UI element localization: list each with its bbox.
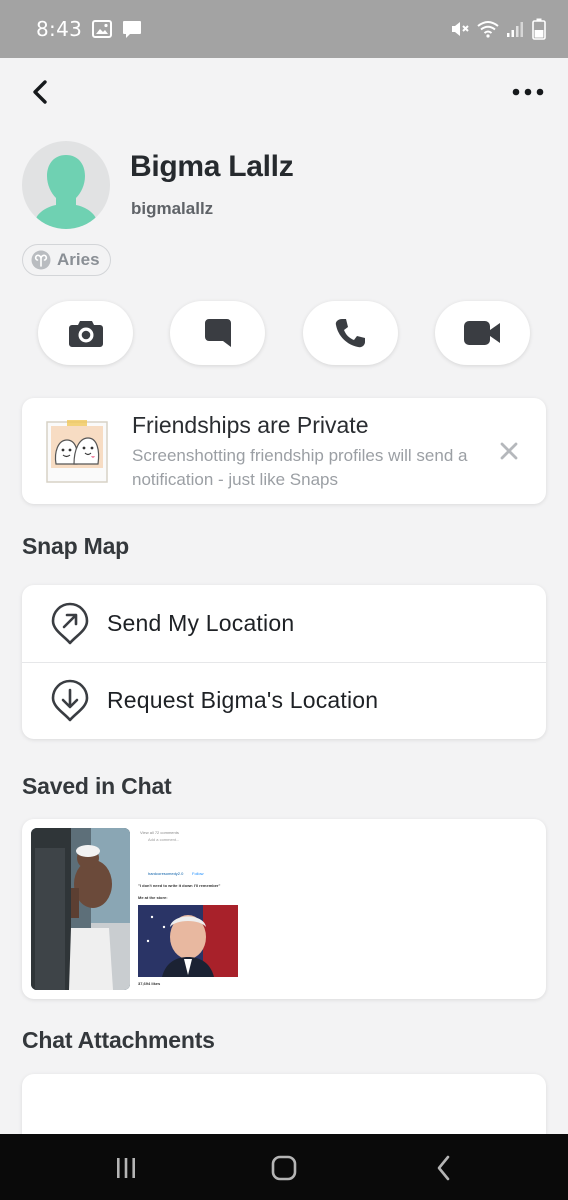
more-horizontal-icon: [512, 88, 544, 96]
top-nav: [0, 70, 568, 114]
saved-video-thumbnail[interactable]: [31, 828, 130, 990]
friendship-card-subtitle: Screenshotting friendship profiles will …: [132, 446, 468, 489]
more-options-button[interactable]: [510, 76, 546, 108]
home-button[interactable]: [264, 1152, 304, 1184]
aries-icon: [31, 250, 51, 270]
video-camera-icon: [464, 321, 501, 345]
home-icon: [271, 1155, 297, 1181]
gallery-icon: [92, 20, 113, 38]
saved-in-chat-card: View all 72 comments Add a comment... ha…: [22, 819, 546, 999]
message-icon: [122, 20, 142, 39]
friendship-card-title: Friendships are Private: [132, 412, 369, 438]
post-follow: Follow: [192, 871, 204, 876]
phone-icon: [335, 319, 366, 348]
call-button[interactable]: [302, 301, 398, 365]
post-add-comment: Add a comment...: [148, 837, 180, 842]
chevron-left-icon: [437, 1155, 450, 1181]
snap-map-title: Snap Map: [22, 533, 130, 559]
recent-apps-button[interactable]: [106, 1152, 146, 1184]
signal-icon: [506, 20, 526, 38]
snap-map-card: Send My Location Request Bigma's Locatio…: [22, 585, 546, 739]
saved-post-thumbnail[interactable]: View all 72 comments Add a comment... ha…: [134, 828, 244, 990]
send-location-row[interactable]: Send My Location: [22, 585, 546, 662]
system-back-button[interactable]: [424, 1152, 464, 1184]
location-arrow-icon: [51, 602, 89, 644]
zodiac-label: Aries: [57, 250, 100, 269]
post-image: [138, 905, 238, 977]
mute-icon: [450, 19, 470, 39]
friendship-illustration: [46, 420, 108, 484]
dismiss-card-button[interactable]: [498, 440, 520, 462]
saved-in-chat-title: Saved in Chat: [22, 773, 172, 799]
post-likes: 37,694 likes: [138, 981, 161, 986]
send-location-label: Send My Location: [107, 610, 295, 636]
request-location-row[interactable]: Request Bigma's Location: [22, 662, 546, 739]
username: bigmalallz: [131, 199, 214, 218]
display-name: Bigma Lallz: [130, 150, 294, 183]
close-icon: [500, 442, 518, 460]
post-quote: "I don't need to write it down I'll reme…: [138, 883, 221, 888]
system-nav-bar: [0, 1134, 568, 1200]
camera-button[interactable]: [38, 301, 133, 365]
action-row: [38, 301, 530, 365]
location-request-icon: [51, 679, 89, 721]
zodiac-badge[interactable]: Aries: [22, 244, 111, 276]
video-call-button[interactable]: [434, 301, 530, 365]
avatar[interactable]: [22, 141, 110, 229]
friendship-private-card: Friendships are Private Screenshotting f…: [22, 398, 546, 504]
camera-icon: [68, 321, 103, 347]
chat-button[interactable]: [170, 301, 266, 365]
wifi-icon: [476, 19, 500, 39]
post-view-comments: View all 72 comments: [140, 830, 179, 835]
chat-attachments-title: Chat Attachments: [22, 1027, 215, 1053]
post-comment-handle: hardcoresomedy2.0: [148, 871, 184, 876]
status-bar: 8:43: [0, 0, 568, 58]
battery-icon: [532, 18, 546, 40]
bitmoji-placeholder-icon: [35, 155, 97, 229]
request-location-label: Request Bigma's Location: [107, 687, 379, 713]
back-button[interactable]: [24, 76, 56, 108]
status-time: 8:43: [36, 17, 83, 41]
post-caption: Me at the store:: [138, 895, 168, 900]
recent-apps-icon: [117, 1158, 135, 1178]
chat-bubble-icon: [204, 319, 231, 347]
chevron-left-icon: [33, 80, 47, 104]
